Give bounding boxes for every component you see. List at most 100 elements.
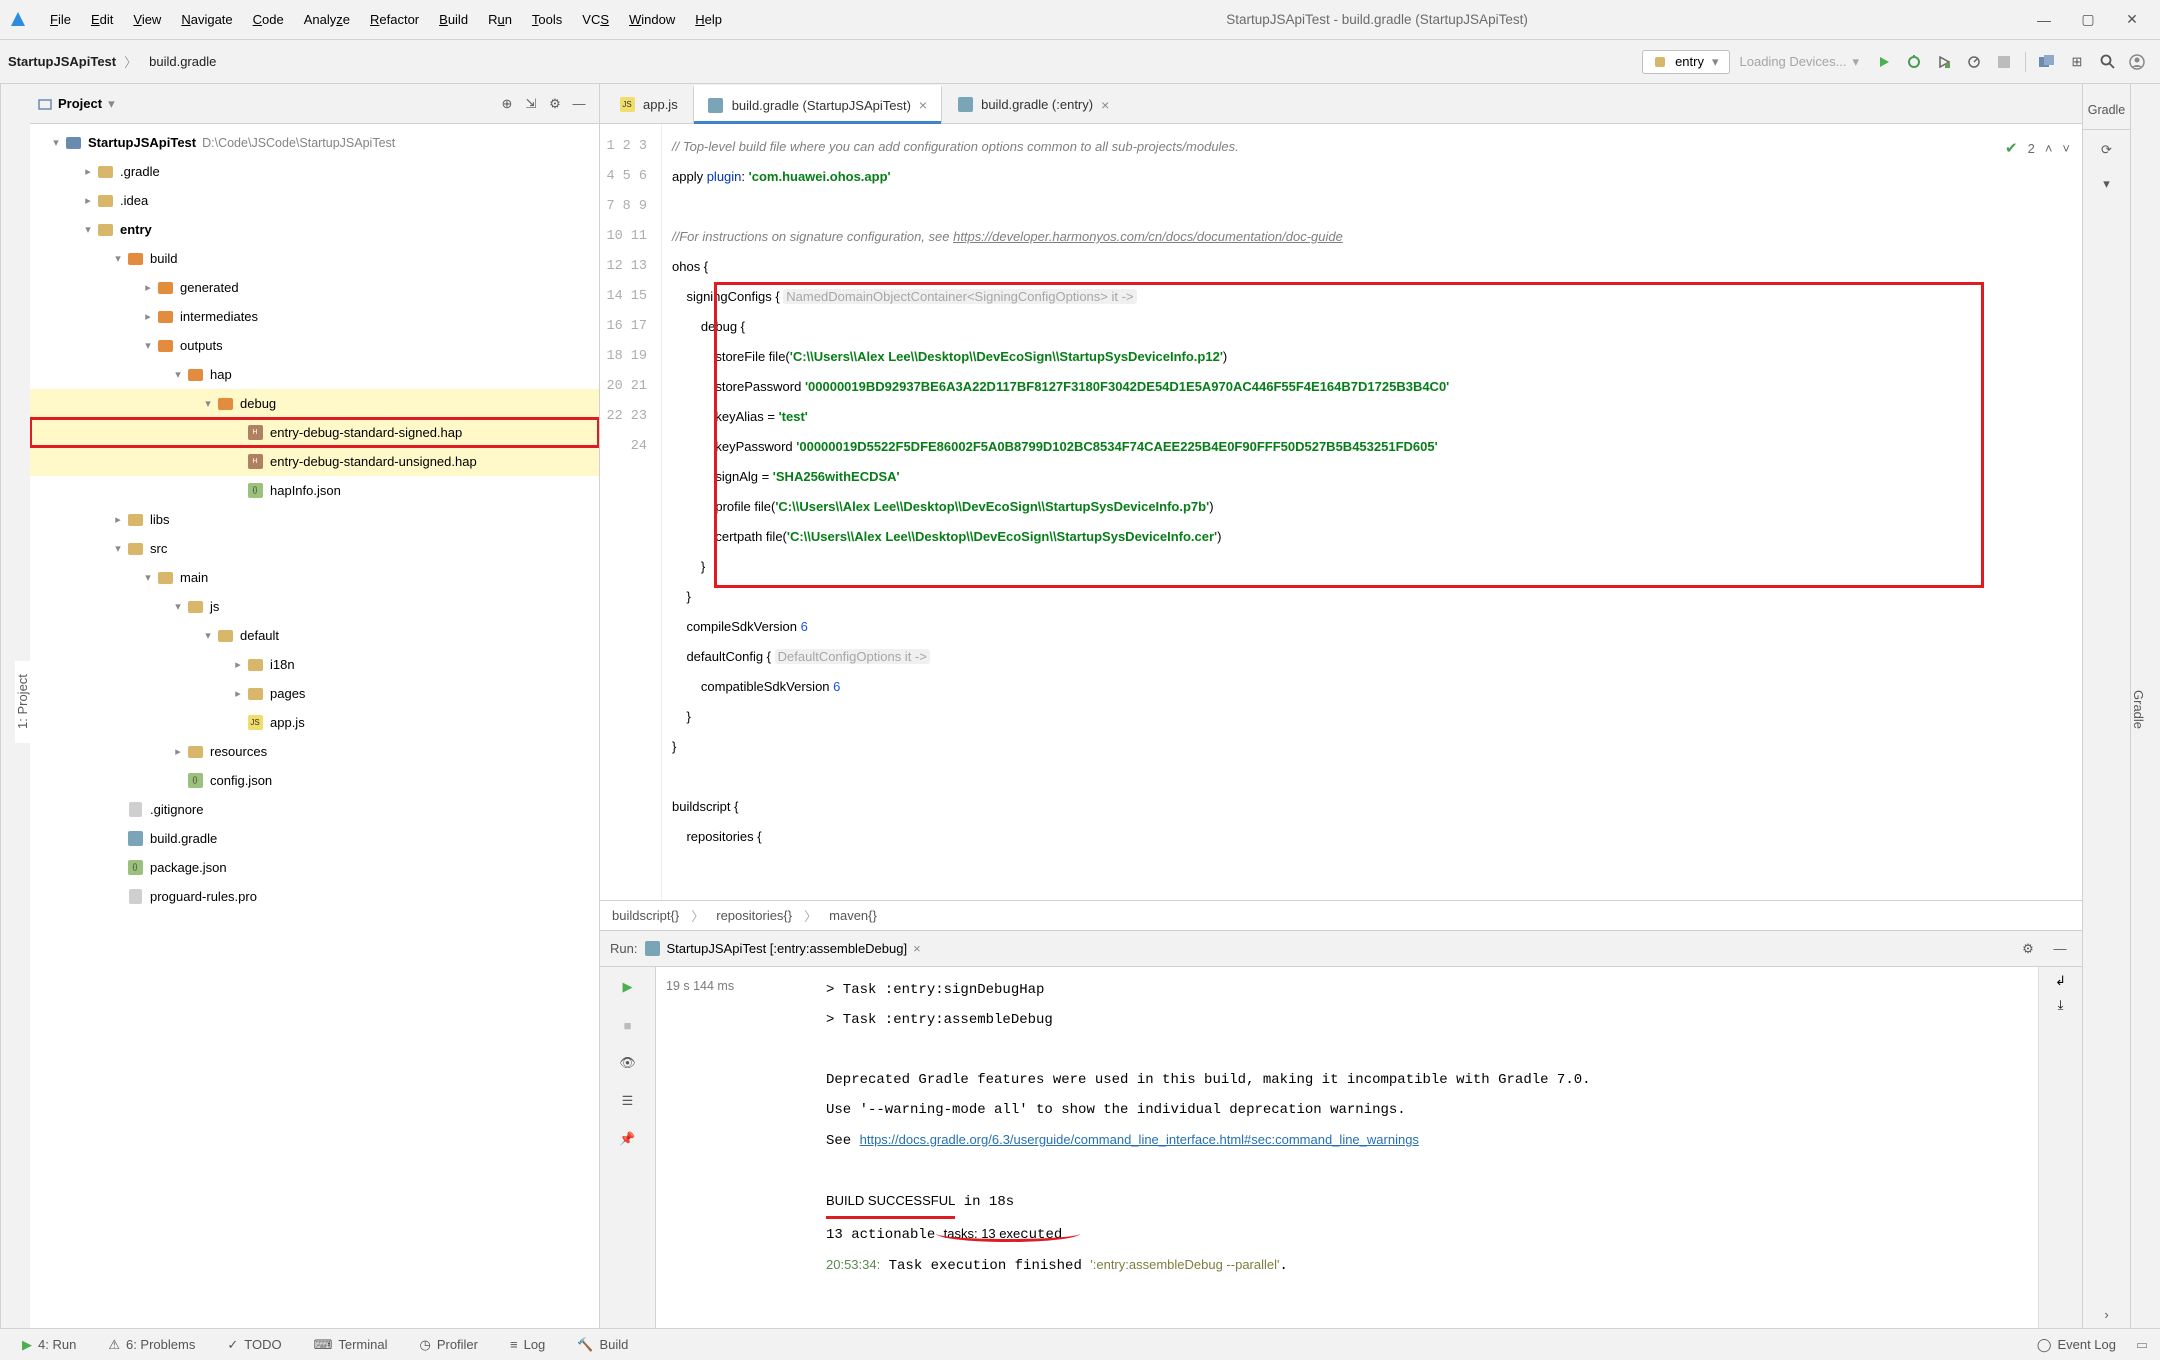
bottom-build[interactable]: 🔨Build bbox=[563, 1329, 642, 1360]
tree-item[interactable]: ▸generated bbox=[30, 273, 599, 302]
tree-item[interactable]: {}package.json bbox=[30, 853, 599, 882]
tree-item[interactable]: ▾entry bbox=[30, 215, 599, 244]
module-selector[interactable]: entry ▾ bbox=[1642, 50, 1729, 74]
bottom-profiler[interactable]: ◷Profiler bbox=[405, 1329, 492, 1360]
window-minimize[interactable]: — bbox=[2022, 0, 2066, 39]
nav-up-icon[interactable]: ˄ bbox=[2045, 134, 2053, 164]
tree-item[interactable]: ▾hap bbox=[30, 360, 599, 389]
filter-icon[interactable]: ☰ bbox=[614, 1087, 642, 1115]
run-hide-icon[interactable]: — bbox=[2048, 937, 2072, 961]
tab-build-gradle-root[interactable]: build.gradle (StartupJSApiTest)× bbox=[693, 85, 942, 123]
project-tree[interactable]: ▾StartupJSApiTestD:\Code\JSCode\StartupJ… bbox=[30, 124, 599, 1328]
chevron-down-icon[interactable]: ▾ bbox=[108, 96, 115, 112]
menu-code[interactable]: Code bbox=[243, 0, 294, 39]
editor-inspection-badge[interactable]: ✔2 ˄ ˅ bbox=[2005, 134, 2070, 164]
user-icon[interactable] bbox=[2123, 48, 2151, 76]
settings-icon[interactable]: ⚙ bbox=[543, 92, 567, 116]
crumb[interactable]: repositories{} bbox=[716, 908, 792, 923]
code-editor[interactable]: 1 2 3 4 5 6 7 8 9 10 11 12 13 14 15 16 1… bbox=[600, 124, 2082, 900]
stop-button-side[interactable]: ■ bbox=[614, 1011, 642, 1039]
menu-vcs[interactable]: VCS bbox=[572, 0, 619, 39]
menu-run[interactable]: Run bbox=[478, 0, 522, 39]
tree-item[interactable]: ▾src bbox=[30, 534, 599, 563]
tree-item[interactable]: ▸resources bbox=[30, 737, 599, 766]
tree-item[interactable]: .gitignore bbox=[30, 795, 599, 824]
profile-button[interactable] bbox=[1960, 48, 1988, 76]
tree-item[interactable]: ▾outputs bbox=[30, 331, 599, 360]
tree-item[interactable]: {}config.json bbox=[30, 766, 599, 795]
run-settings-icon[interactable]: ⚙ bbox=[2016, 937, 2040, 961]
tree-hapinfo[interactable]: {}hapInfo.json bbox=[30, 476, 599, 505]
update-button[interactable]: ⊞ bbox=[2063, 48, 2091, 76]
tree-item[interactable]: ▾debug bbox=[30, 389, 599, 418]
tree-item[interactable]: build.gradle bbox=[30, 824, 599, 853]
window-maximize[interactable]: ▢ bbox=[2066, 0, 2110, 39]
hide-icon[interactable]: — bbox=[567, 92, 591, 116]
run-button[interactable] bbox=[1870, 48, 1898, 76]
gradle-chevron-icon[interactable]: › bbox=[2093, 1300, 2121, 1328]
tree-item[interactable]: ▸i18n bbox=[30, 650, 599, 679]
code-content[interactable]: // Top-level build file where you can ad… bbox=[662, 124, 2082, 900]
show-icon[interactable]: 👁 bbox=[614, 1049, 642, 1077]
menu-build[interactable]: Build bbox=[429, 0, 478, 39]
tree-item[interactable]: proguard-rules.pro bbox=[30, 882, 599, 911]
breadcrumb-file[interactable]: build.gradle bbox=[149, 54, 216, 69]
menu-refactor[interactable]: Refactor bbox=[360, 0, 429, 39]
tab-build-gradle-entry[interactable]: build.gradle (:entry)× bbox=[942, 85, 1124, 123]
bottom-todo[interactable]: ✓TODO bbox=[213, 1329, 295, 1360]
menu-help[interactable]: Help bbox=[685, 0, 732, 39]
tab-appjs[interactable]: JSapp.js bbox=[604, 85, 693, 123]
window-close[interactable]: ✕ bbox=[2110, 0, 2154, 39]
crumb[interactable]: maven{} bbox=[829, 908, 877, 923]
expand-icon[interactable]: ⇲ bbox=[519, 92, 543, 116]
event-log[interactable]: ◯Event Log bbox=[2025, 1337, 2128, 1353]
menu-file[interactable]: File bbox=[40, 0, 81, 39]
close-icon[interactable]: × bbox=[919, 97, 927, 113]
tree-item[interactable]: ▸.gradle bbox=[30, 157, 599, 186]
menu-edit[interactable]: Edit bbox=[81, 0, 123, 39]
tree-signed-hap[interactable]: Hentry-debug-standard-signed.hap bbox=[30, 418, 599, 447]
menu-window[interactable]: Window bbox=[619, 0, 685, 39]
gradle-expand-icon[interactable]: ▾ bbox=[2093, 170, 2121, 198]
tree-item[interactable]: ▾build bbox=[30, 244, 599, 273]
locate-icon[interactable]: ⊕ bbox=[495, 92, 519, 116]
rail-gradle[interactable]: Gradle bbox=[2131, 676, 2146, 743]
tree-item[interactable]: ▸intermediates bbox=[30, 302, 599, 331]
tree-item[interactable]: ▾default bbox=[30, 621, 599, 650]
bottom-problems[interactable]: ⚠6: Problems bbox=[94, 1329, 209, 1360]
search-everywhere-button[interactable] bbox=[2093, 48, 2121, 76]
tree-root[interactable]: ▾StartupJSApiTestD:\Code\JSCode\StartupJ… bbox=[30, 128, 599, 157]
breadcrumb-root[interactable]: StartupJSApiTest bbox=[8, 54, 116, 69]
crumb[interactable]: buildscript{} bbox=[612, 908, 679, 923]
scroll-end-icon[interactable]: ⤓ bbox=[2058, 997, 2064, 1013]
close-icon[interactable]: × bbox=[1101, 97, 1109, 113]
menu-view[interactable]: View bbox=[123, 0, 171, 39]
tree-item[interactable]: ▸libs bbox=[30, 505, 599, 534]
rerun-button[interactable]: ▶ bbox=[614, 973, 642, 1001]
nav-down-icon[interactable]: ˅ bbox=[2062, 134, 2070, 164]
menu-navigate[interactable]: Navigate bbox=[171, 0, 242, 39]
stop-button[interactable] bbox=[1990, 48, 2018, 76]
rail-structure[interactable]: 7: Structure bbox=[0, 654, 3, 749]
bottom-log[interactable]: ≡Log bbox=[496, 1329, 559, 1360]
tree-item[interactable]: ▸pages bbox=[30, 679, 599, 708]
coverage-button[interactable] bbox=[1930, 48, 1958, 76]
pin-icon[interactable]: 📌 bbox=[614, 1125, 642, 1153]
tree-unsigned-hap[interactable]: Hentry-debug-standard-unsigned.hap bbox=[30, 447, 599, 476]
close-icon[interactable]: × bbox=[913, 941, 921, 956]
folders-icon[interactable] bbox=[2033, 48, 2061, 76]
device-selector[interactable]: Loading Devices... ▾ bbox=[1730, 54, 1869, 70]
run-config[interactable]: StartupJSApiTest [:entry:assembleDebug] … bbox=[645, 941, 920, 956]
tree-item[interactable]: ▸.idea bbox=[30, 186, 599, 215]
gradle-header[interactable]: Gradle bbox=[2083, 90, 2130, 130]
run-output[interactable]: > Task :entry:signDebugHap > Task :entry… bbox=[816, 967, 2038, 1328]
tree-item[interactable]: ▾main bbox=[30, 563, 599, 592]
soft-wrap-icon[interactable]: ↲ bbox=[2055, 973, 2066, 989]
gradle-refresh-icon[interactable]: ⟳ bbox=[2093, 136, 2121, 164]
tree-item[interactable]: JSapp.js bbox=[30, 708, 599, 737]
bottom-run[interactable]: ▶4: Run bbox=[8, 1329, 90, 1360]
rail-project[interactable]: 1: Project bbox=[15, 661, 30, 744]
menu-analyze[interactable]: Analyze bbox=[294, 0, 360, 39]
menu-tools[interactable]: Tools bbox=[522, 0, 572, 39]
tree-item[interactable]: ▾js bbox=[30, 592, 599, 621]
